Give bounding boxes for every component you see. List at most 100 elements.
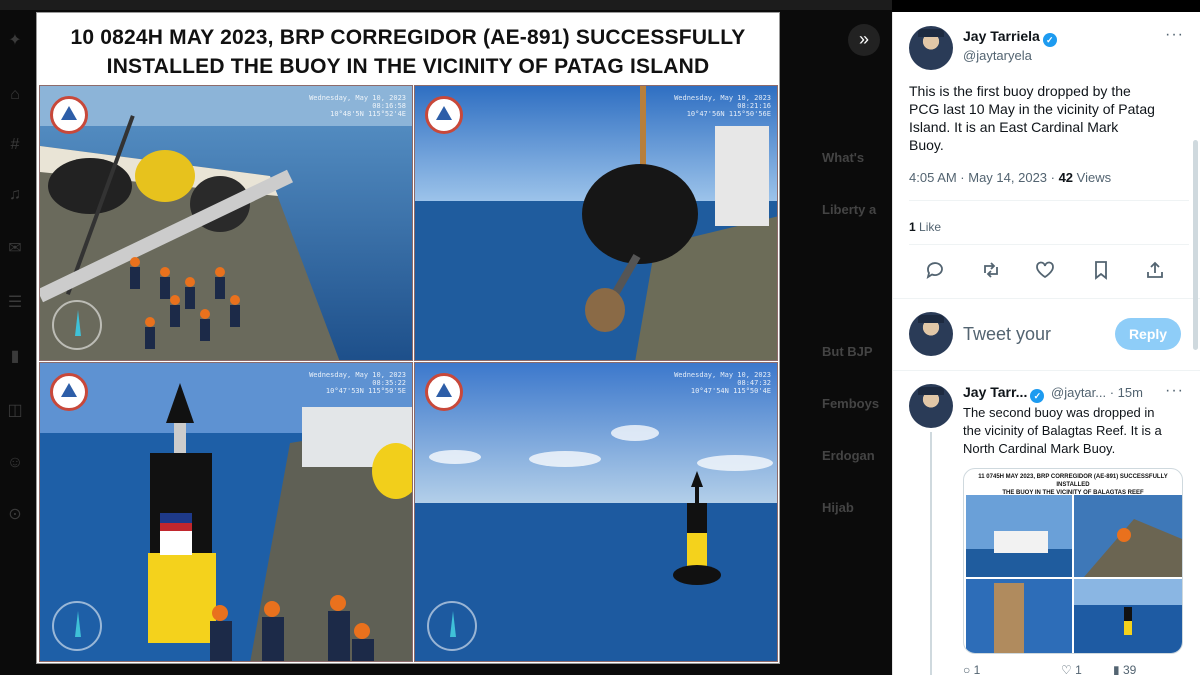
more-options-icon[interactable]: ··· <box>1165 26 1184 44</box>
tweet-text-line: PCG last 10 May in the vicinity of Patag <box>909 101 1155 117</box>
notifications-icon[interactable]: ♫ <box>4 184 26 206</box>
photo-stamp: Wednesday, May 10, 2023 08:35:22 10°47'5… <box>286 371 406 395</box>
author-name-text: Jay Tarriela <box>963 28 1040 44</box>
underlay-item: But BJP <box>822 344 873 359</box>
slide-title-line1: 10 0824H MAY 2023, BRP CORREGIDOR (AE-89… <box>70 26 746 49</box>
share-icon[interactable] <box>1143 260 1167 284</box>
heart-icon <box>1036 261 1054 279</box>
verified-badge-icon: ✓ <box>1030 389 1045 403</box>
views-count: 42 <box>1058 170 1074 185</box>
slide-title: 10 0824H MAY 2023, BRP CORREGIDOR (AE-89… <box>37 23 779 81</box>
stamp-date: Wednesday, May 10, 2023 08:21:16 <box>674 94 771 110</box>
composer-avatar <box>909 312 953 356</box>
compass-icon <box>52 300 102 350</box>
divider <box>893 298 1200 299</box>
chevrons-right-icon: » <box>858 29 869 49</box>
reply-input[interactable]: Tweet your <box>963 324 1051 345</box>
photo-stamp: Wednesday, May 10, 2023 08:21:16 10°47'5… <box>651 94 771 118</box>
coast-guard-logo <box>50 373 88 411</box>
coast-guard-logo <box>425 96 463 134</box>
twitter-blue-icon[interactable]: ◫ <box>4 400 26 422</box>
stamp-coords: 10°47'56N 115°50'56E <box>686 110 771 118</box>
retweet-icon[interactable] <box>979 260 1003 284</box>
bookmark-shape-icon <box>1095 261 1107 280</box>
reply-author-handle[interactable]: @jaytar... · 15m <box>1051 385 1143 400</box>
photo-stamp: Wednesday, May 10, 2023 08:47:32 10°47'5… <box>651 371 771 395</box>
verified-badge-icon: ✓ <box>1042 33 1057 47</box>
author-handle[interactable]: @jaytaryela <box>963 48 1032 63</box>
likes-count: 1 <box>909 220 916 234</box>
author-name[interactable]: Jay Tarriela ✓ <box>963 28 1057 47</box>
retweet-arrows-icon <box>984 262 998 278</box>
compass-icon <box>427 601 477 651</box>
reply-author-name[interactable]: Jay Tarr... ✓ <box>963 384 1045 403</box>
stamp-coords: 10°47'53N 115°50'5E <box>325 387 406 395</box>
lists-icon[interactable]: ☰ <box>4 292 26 314</box>
underlay-item: Femboys <box>822 396 880 411</box>
bird-logo-icon[interactable]: ✦ <box>4 30 26 52</box>
reply-count[interactable]: ○ 1 <box>963 663 980 675</box>
stamp-date: Wednesday, May 10, 2023 08:35:22 <box>309 371 406 387</box>
stamp-coords: 10°47'54N 115°50'4E <box>690 387 771 395</box>
photo-buoy-lowered: Wednesday, May 10, 2023 08:35:22 10°47'5… <box>39 362 413 662</box>
underlay-item: Liberty a <box>822 202 877 217</box>
tweet-panel: Jay Tarriela ✓ @jaytaryela ··· This is th… <box>892 12 1200 675</box>
panel-scrollbar[interactable] <box>1193 140 1198 350</box>
reply-text-line: North Cardinal Mark Buoy. <box>963 441 1116 456</box>
reply-more-options-icon[interactable]: ··· <box>1165 382 1184 400</box>
thread-line <box>930 432 932 675</box>
underlay-item: Hijab <box>822 500 854 515</box>
tweet-meta: 4:05 AM · May 14, 2023 · 42 Views <box>909 170 1111 185</box>
reply-card-photos <box>966 495 1182 653</box>
divider <box>893 370 1200 371</box>
tweet-timestamp[interactable]: 4:05 AM · May 14, 2023 · <box>909 170 1059 185</box>
explore-icon[interactable]: # <box>4 134 26 156</box>
like-count-value: 1 <box>1075 663 1082 675</box>
like-icon[interactable] <box>1033 260 1057 284</box>
slide-title-line2: INSTALLED THE BUOY IN THE VICINITY OF PA… <box>106 55 710 78</box>
views-count-reply[interactable]: ▮ 39 <box>1113 663 1136 675</box>
reply-author-name-text: Jay Tarr... <box>963 384 1028 400</box>
views-count-value: 39 <box>1122 663 1137 675</box>
coast-guard-logo <box>425 373 463 411</box>
more-icon[interactable]: ⊙ <box>4 504 26 526</box>
tweet-text-line: This is the first buoy dropped by the <box>909 83 1131 99</box>
compass-icon <box>52 601 102 651</box>
like-count[interactable]: ♡ 1 <box>1061 663 1082 675</box>
upload-arrow-icon <box>1147 261 1163 278</box>
reply-count-value: 1 <box>973 663 981 675</box>
profile-icon[interactable]: ☺ <box>4 452 26 474</box>
reply-time: · 15m <box>1109 385 1143 400</box>
media-viewer[interactable]: 10 0824H MAY 2023, BRP CORREGIDOR (AE-89… <box>36 12 780 664</box>
likes-summary[interactable]: 1 Like <box>909 220 941 234</box>
photo-crane-illustration <box>415 86 777 360</box>
bookmark-icon[interactable] <box>1089 260 1113 284</box>
reply-media-card[interactable]: 11 0745H MAY 2023, BRP CORREGIDOR (AE-89… <box>963 468 1183 654</box>
home-icon[interactable]: ⌂ <box>4 84 26 106</box>
bookmarks-icon[interactable]: ▮ <box>4 346 26 368</box>
nav-rail: ✦ ⌂ # ♫ ✉ ☰ ▮ ◫ ☺ ⊙ <box>0 12 30 675</box>
author-avatar[interactable] <box>909 26 953 70</box>
tweet-text-line: Buoy. <box>909 137 944 153</box>
divider <box>909 200 1189 201</box>
expand-panel-button[interactable]: » <box>848 24 880 56</box>
divider <box>909 244 1189 245</box>
reply-icon[interactable] <box>923 260 947 284</box>
messages-icon[interactable]: ✉ <box>4 238 26 260</box>
reply-handle-text: @jaytar... <box>1051 385 1107 400</box>
reply-author-avatar[interactable] <box>909 384 953 428</box>
stamp-date: Wednesday, May 10, 2023 08:16:58 <box>309 94 406 110</box>
underlay-sub <box>822 176 892 202</box>
views-label: Views <box>1073 170 1112 185</box>
photo-buoy-on-crane: Wednesday, May 10, 2023 08:21:16 10°47'5… <box>414 85 778 361</box>
likes-label: Like <box>915 220 942 234</box>
coast-guard-logo <box>50 96 88 134</box>
photo-buoy-floating: Wednesday, May 10, 2023 08:47:32 10°47'5… <box>414 362 778 662</box>
reply-button[interactable]: Reply <box>1115 318 1181 350</box>
underlay-item: What's <box>822 150 865 165</box>
comment-icon <box>926 262 943 279</box>
underlay-sub <box>822 228 892 254</box>
browser-top-strip <box>0 0 892 10</box>
photo-stamp: Wednesday, May 10, 2023 08:16:58 10°48'5… <box>286 94 406 118</box>
photo-deck-crew-buoys: Wednesday, May 10, 2023 08:16:58 10°48'5… <box>39 85 413 361</box>
